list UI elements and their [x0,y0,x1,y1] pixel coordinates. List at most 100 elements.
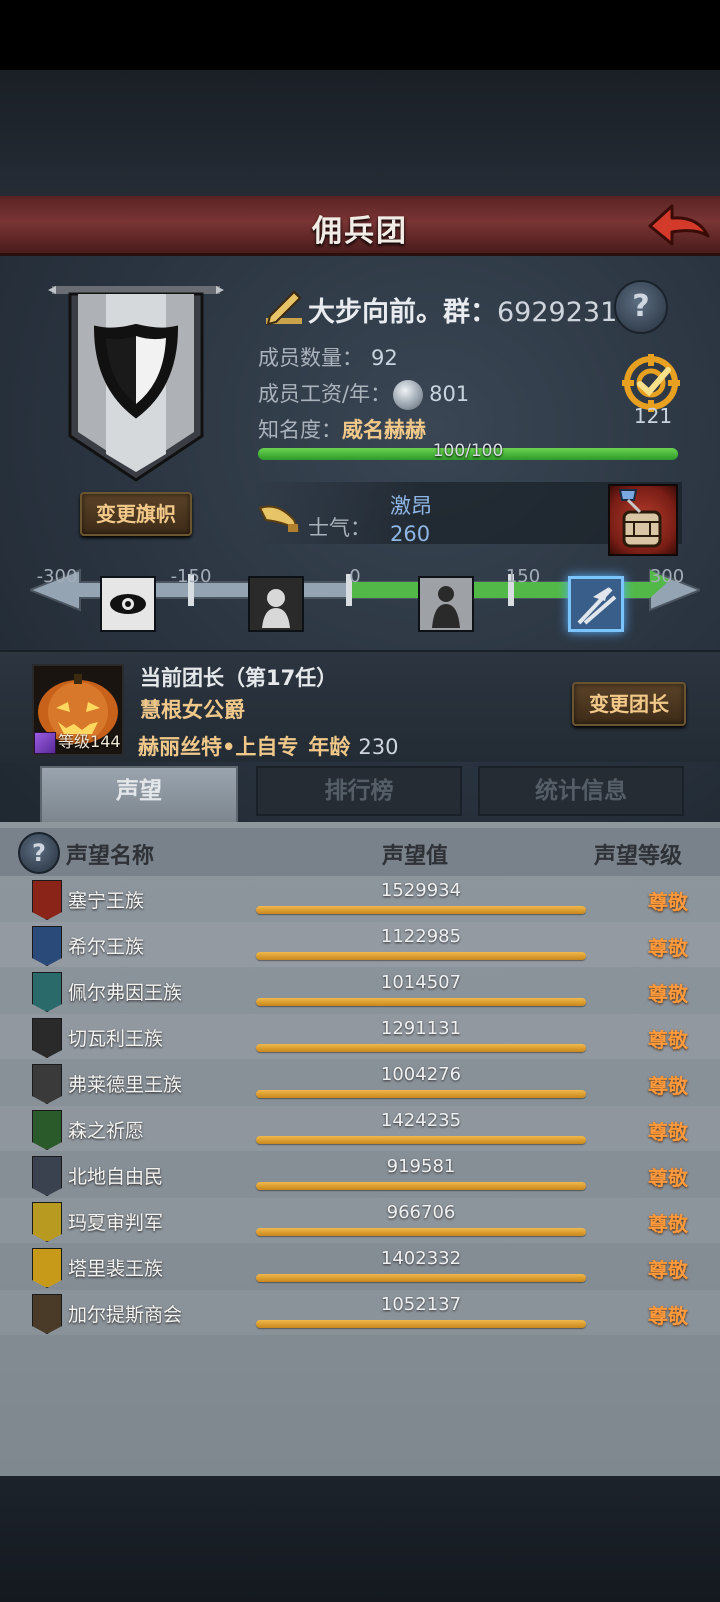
reputation-value: 1052137 [380,1294,462,1315]
leader-title: 当前团长（第17任） [140,666,338,690]
tab-statistics[interactable]: 统计信息 [478,766,684,816]
page-title: 佣兵团 [312,214,408,249]
faction-name: 森之祈愿 [68,1120,145,1142]
morale-scale-label: 300 [649,566,685,587]
morale-state: 激昂 [390,494,432,518]
morale-scale-label: -150 [170,566,212,587]
level-label: 等级 [58,732,91,751]
faction-name: 佩尔弗因王族 [68,982,183,1004]
table-row[interactable]: 切瓦利王族 1291131 尊敬 [0,1014,720,1059]
question-icon: ? [32,839,46,867]
column-header-level: 声望等级 [594,844,683,869]
reputation-level: 尊敬 [648,890,688,914]
reputation-value: 1014507 [380,972,462,993]
tab-reputation[interactable]: 声望 [40,766,238,824]
table-row[interactable]: 森之祈愿 1424235 尊敬 [0,1106,720,1151]
reputation-bar [256,1136,586,1144]
level-value: 144 [90,732,121,751]
fame: 知名度：威名赫赫 [258,414,426,444]
question-icon: ? [632,289,650,324]
reputation-level: 尊敬 [648,1074,688,1098]
morale-level-excited-icon[interactable] [568,576,624,632]
table-row[interactable]: 塞宁王族 1529934 尊敬 [0,876,720,921]
reputation-value: 1529934 [380,880,462,901]
horn-icon [258,500,300,536]
tab-ranking[interactable]: 排行榜 [256,766,462,816]
morale-level-calm-icon[interactable] [418,576,474,632]
change-leader-button[interactable]: 变更团长 [572,682,686,726]
reputation-bar [256,1090,586,1098]
reputation-value: 919581 [386,1156,456,1177]
faction-name: 切瓦利王族 [68,1028,164,1050]
sword-icon [34,731,56,754]
table-row[interactable]: 希尔王族 1122985 尊敬 [0,922,720,967]
reputation-level: 尊敬 [648,1212,688,1236]
column-header-value: 声望值 [382,844,449,869]
faction-name: 玛夏审判军 [68,1212,164,1234]
reputation-value: 1004276 [380,1064,462,1085]
column-header-name: 声望名称 [66,844,155,869]
fame-rank: 威名赫赫 [342,418,426,442]
table-row[interactable]: 北地自由民 919581 尊敬 [0,1152,720,1197]
faction-emblem-icon [32,1110,62,1150]
morale-label: 士气： [308,516,371,540]
member-wage: 成员工资/年： 801 [258,378,469,410]
status-bar-area [0,0,720,70]
war-drum-button[interactable] [608,484,678,556]
reputation-level: 尊敬 [648,1028,688,1052]
reputation-value: 966706 [386,1202,456,1223]
morale-level-panic-icon[interactable] [100,576,156,632]
faction-name: 弗莱德里王族 [68,1074,183,1096]
age-label: 年龄 [308,735,351,759]
morale-scale-label: 0 [349,566,361,587]
faction-emblem-icon [32,1064,62,1104]
fame-label: 知名度： [258,418,342,442]
leader-name: 赫丽丝特•上自专 [138,735,299,759]
reputation-level: 尊敬 [648,1120,688,1144]
fame-progress-text: 100/100 [432,441,504,461]
table-row[interactable]: 加尔提斯商会 1052137 尊敬 [0,1290,720,1335]
reputation-bar [256,952,586,960]
reputation-level: 尊敬 [648,982,688,1006]
reputation-level: 尊敬 [648,1258,688,1282]
table-row[interactable]: 玛夏审判军 966706 尊敬 [0,1198,720,1243]
faction-name: 加尔提斯商会 [68,1304,183,1326]
guild-name-text: 大步向前。群： [308,297,497,328]
top-background [0,70,720,196]
war-drum-icon [618,489,662,548]
title-bar: 佣兵团 [0,196,720,256]
guild-help-button[interactable]: ? [614,280,668,334]
faction-emblem-icon [32,1294,62,1334]
morale-scale-label: 150 [505,566,541,587]
reputation-bar [256,998,586,1006]
reputation-bar [256,1182,586,1190]
morale-scale-label: -300 [36,566,78,587]
faction-name: 塔里裴王族 [68,1258,164,1280]
change-banner-button[interactable]: 变更旗帜 [80,492,192,536]
faction-name: 希尔王族 [68,936,145,958]
back-arrow-button[interactable] [646,200,712,252]
morale-level-despair-icon[interactable] [248,576,304,632]
morale-value: 260 [390,522,431,546]
reputation-bar [256,1044,586,1052]
faction-emblem-icon [32,926,62,966]
bottom-background [0,1476,720,1602]
edit-icon[interactable] [264,288,304,328]
leader-name-age: 赫丽丝特•上自专 年龄 230 [138,731,399,761]
faction-emblem-icon [32,972,62,1012]
table-row[interactable]: 弗莱德里王族 1004276 尊敬 [0,1060,720,1105]
reputation-bar [256,906,586,914]
reputation-level: 尊敬 [648,1304,688,1328]
leader-level: 等级144 [34,728,121,754]
silver-coin-icon [393,380,424,410]
target-count: 121 [633,404,673,428]
faction-emblem-icon [32,1156,62,1196]
member-count: 成员数量： 92 [258,342,398,372]
table-row[interactable]: 塔里裴王族 1402332 尊敬 [0,1244,720,1289]
member-count-value: 92 [371,346,398,370]
reputation-bar [256,1274,586,1282]
guild-banner [48,286,224,486]
table-row[interactable]: 佩尔弗因王族 1014507 尊敬 [0,968,720,1013]
faction-emblem-icon [32,880,62,920]
reputation-help-button[interactable]: ? [18,832,60,874]
